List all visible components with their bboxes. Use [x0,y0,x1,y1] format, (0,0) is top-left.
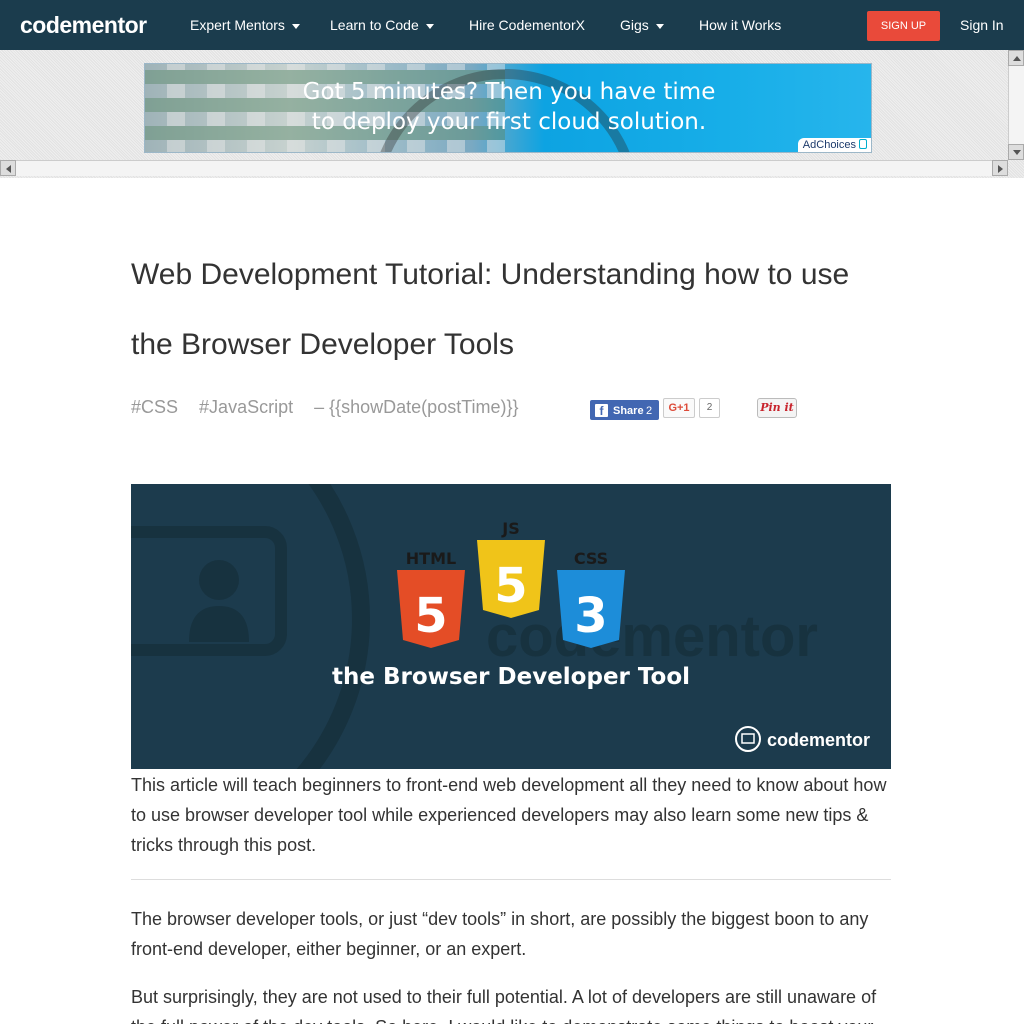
css-label: CSS [574,549,608,568]
scroll-up-button[interactable] [1008,50,1024,66]
hero-avatar-head [199,560,239,600]
chevron-down-icon [291,23,300,29]
post-date: – {{showDate(postTime)}} [314,397,519,417]
ad-line-1: Got 5 minutes? Then you have time [302,79,716,105]
scroll-right-button[interactable] [992,160,1008,176]
adchoices-icon [859,139,867,149]
google-plus-count: 2 [699,398,720,418]
article-title: Web Development Tutorial: Understanding … [131,258,850,361]
nav-how-it-works-label: How it Works [699,17,782,33]
nav-hire-codementorx[interactable]: Hire CodementorX [469,17,585,33]
nav-learn-to-code-label: Learn to Code [330,17,419,33]
nav-how-it-works[interactable]: How it Works [699,17,781,33]
css3-number: 3 [574,588,607,644]
nav-gigs[interactable]: Gigs [620,17,664,33]
facebook-share-button[interactable]: f Share 2 [590,400,659,420]
scroll-left-button[interactable] [0,160,16,176]
arrow-down-icon [1013,150,1021,155]
google-plus-button[interactable]: G+1 [663,398,695,418]
adchoices-label: AdChoices [802,139,856,151]
article-meta: #CSS #JavaScript – {{showDate(postTime)}… [131,397,535,418]
pinterest-pin-button[interactable]: Pin it [757,398,797,418]
facebook-share-label: Share [613,405,644,417]
sign-up-button[interactable]: SIGN UP [867,11,940,41]
tag-css[interactable]: #CSS [131,397,178,417]
hero-brand-logo: codementor [767,730,870,750]
intro-paragraph: This article will teach beginners to fro… [131,775,887,855]
sign-in-link[interactable]: Sign In [960,17,1004,33]
ad-headline: Got 5 minutes? Then you have time to dep… [145,77,871,137]
hero-illustration: codementor HTML 5 JS 5 CSS 3 the Browser… [131,484,870,769]
adchoices-link[interactable]: AdChoices [797,138,871,152]
hero-watermark: codementor [486,604,818,669]
facebook-icon: f [595,404,608,418]
nav-learn-to-code[interactable]: Learn to Code [330,17,434,33]
codementor-badge-screen [741,733,755,744]
banner-ad[interactable]: Got 5 minutes? Then you have time to dep… [144,63,872,153]
section-divider [131,879,891,880]
body-paragraph-2: But surprisingly, they are not used to t… [131,987,877,1024]
arrow-left-icon [6,165,11,173]
arrow-up-icon [1013,56,1021,61]
html-label: HTML [406,549,456,568]
facebook-share-count: 2 [646,405,653,417]
html5-number: 5 [414,588,447,644]
hero-avatar-body [189,606,249,642]
hero-image: codementor HTML 5 JS 5 CSS 3 the Browser… [131,484,891,769]
nav-expert-mentors[interactable]: Expert Mentors [190,17,300,33]
tag-javascript[interactable]: #JavaScript [199,397,293,417]
horizontal-scrollbar[interactable] [0,160,1008,176]
codementor-badge-icon [735,726,761,752]
arrow-right-icon [998,165,1003,173]
nav-expert-mentors-label: Expert Mentors [190,17,285,33]
hero-caption: the Browser Developer Tool [332,664,690,690]
js-label: JS [501,519,519,538]
nav-gigs-label: Gigs [620,17,649,33]
chevron-down-icon [655,23,664,29]
js-number: 5 [494,558,527,614]
ad-line-2: to deploy your first cloud solution. [311,109,707,135]
chevron-down-icon [425,23,434,29]
nav-hire-codementorx-label: Hire CodementorX [469,17,585,33]
scroll-down-button[interactable] [1008,144,1024,160]
codementor-logo[interactable]: codementor [20,12,147,39]
ad-iframe: Got 5 minutes? Then you have time to dep… [0,50,1024,178]
vertical-scrollbar[interactable] [1008,50,1024,160]
top-navbar: codementor Expert Mentors Learn to Code … [0,0,1024,50]
body-paragraph-1: The browser developer tools, or just “de… [131,909,869,959]
